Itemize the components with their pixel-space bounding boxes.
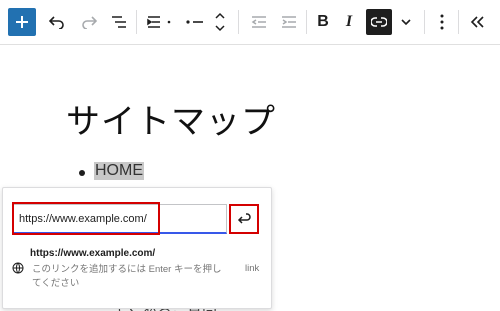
more-vertical-icon [440,14,444,30]
toolbar-separator [458,10,459,34]
redo-icon [82,16,97,29]
indent-icon [282,16,296,28]
bold-button[interactable]: B [312,9,334,35]
italic-button[interactable]: I [338,9,360,35]
options-button[interactable] [432,9,452,35]
chevron-down-icon [401,19,411,26]
list-item-home[interactable]: HOME [94,162,144,180]
list-view-icon [112,16,126,28]
outdent-icon [251,16,266,28]
enter-icon [237,213,251,224]
add-block-button[interactable] [8,8,36,36]
list-outdent-icon [147,16,171,28]
page-heading[interactable]: サイトマップ [66,94,276,143]
link-icon [371,17,387,27]
bullet-list-icon [186,20,203,24]
document-overview-button[interactable] [106,9,132,35]
move-block-button[interactable] [210,9,230,35]
suggestion-description: このリンクを追加するには Enter キーを押してください [32,264,222,289]
plus-icon [16,16,28,28]
suggestion-type: link [245,263,260,274]
globe-icon [12,261,24,279]
submit-link-button[interactable] [229,204,259,234]
outdent-button[interactable] [246,9,272,35]
url-input[interactable] [12,204,227,234]
undo-icon [49,16,64,29]
list-indent-button[interactable] [144,9,178,35]
suggestion-url[interactable]: https://www.example.com/ [30,248,155,259]
chevron-double-left-icon [470,16,484,28]
block-toolbar: B I [0,0,500,45]
chevron-up-down-icon [215,12,225,32]
redo-button[interactable] [76,9,102,35]
list-bullet [79,170,85,176]
toolbar-separator [306,10,307,34]
undo-button[interactable] [44,9,70,35]
link-button[interactable] [366,9,392,35]
collapse-toolbar-button[interactable] [464,9,490,35]
more-formatting-button[interactable] [396,9,416,35]
toolbar-separator [136,10,137,34]
list-style-button[interactable] [182,9,208,35]
toolbar-separator [424,10,425,34]
indent-button[interactable] [276,9,302,35]
toolbar-separator [238,10,239,34]
